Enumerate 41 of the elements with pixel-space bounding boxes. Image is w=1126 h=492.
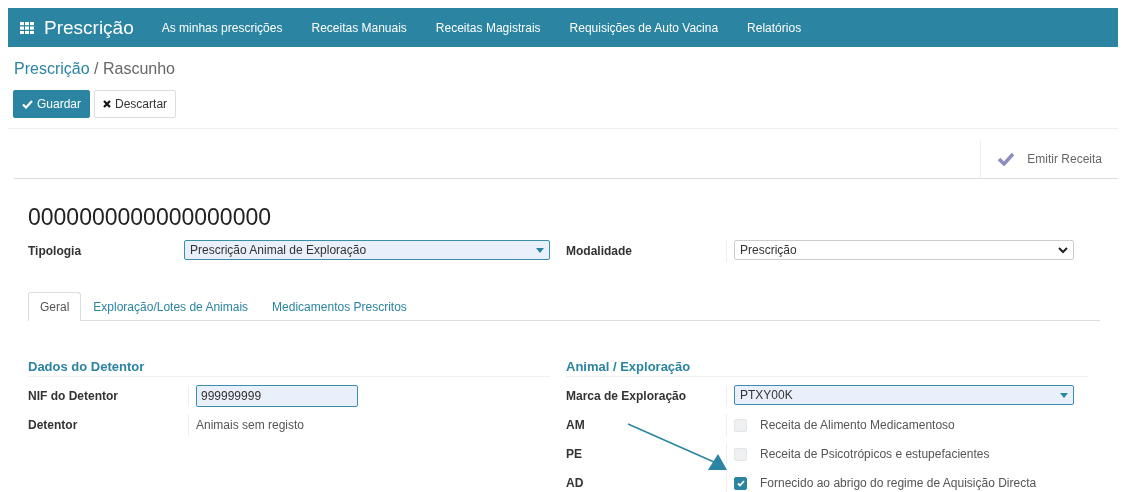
caret-icon xyxy=(1060,392,1068,398)
field-label: NIF do Detentor xyxy=(28,388,119,403)
field-label: Tipologia xyxy=(28,243,83,258)
menu-item[interactable]: Receitas Magistrais xyxy=(435,20,541,35)
checkbox[interactable] xyxy=(734,476,747,490)
dropdown-field[interactable]: Prescrição Animal de Exploração xyxy=(184,240,550,260)
record-title: 0000000000000000000 xyxy=(28,204,273,232)
field-label: Marca de Exploração xyxy=(566,388,688,403)
app-title[interactable]: Prescrição xyxy=(44,16,134,39)
close-icon xyxy=(103,100,112,108)
discard-button[interactable]: Descartar xyxy=(94,90,177,118)
select-field[interactable]: Prescrição xyxy=(734,240,1074,260)
tab[interactable]: Medicamentos Prescritos xyxy=(260,292,419,321)
checkbox-label: Receita de Psicotrópicos e estupefacientes xyxy=(760,447,990,461)
dropdown-field[interactable]: PTXY00K xyxy=(734,385,1074,405)
tab[interactable]: Geral xyxy=(28,292,82,321)
field-value: Animais sem registo xyxy=(196,417,305,432)
menu-item[interactable]: As minhas prescrições xyxy=(161,20,283,35)
menu-item[interactable]: Relatórios xyxy=(747,20,802,35)
check-icon xyxy=(997,152,1016,166)
save-button[interactable]: Guardar xyxy=(13,90,91,118)
issue-prescription-button[interactable]: Emitir Receita xyxy=(980,140,1118,178)
field-label: AD xyxy=(566,475,585,490)
apps-grid-icon[interactable] xyxy=(20,21,34,34)
check-icon xyxy=(22,99,33,109)
field-label: AM xyxy=(566,417,586,432)
section-title: Dados do Detentor xyxy=(28,359,550,377)
field-label: PE xyxy=(566,446,583,461)
caret-icon xyxy=(536,247,544,253)
section-title: Animal / Exploração xyxy=(566,359,1088,377)
checkbox-label: Fornecido ao abrigo do regime de Aquisição Directa xyxy=(760,476,1037,490)
field-label: Detentor xyxy=(28,417,79,432)
menu-item[interactable]: Requisições de Auto Vacina xyxy=(569,20,719,35)
field-label: Modalidade xyxy=(566,243,633,258)
checkbox-label: Receita de Alimento Medicamentoso xyxy=(760,418,955,432)
chevron-icon xyxy=(1058,246,1068,254)
breadcrumb-current: / Rascunho xyxy=(94,60,175,77)
breadcrumb-link[interactable]: Prescrição xyxy=(14,60,95,77)
input-field[interactable]: 999999999 xyxy=(196,385,358,407)
menu-item[interactable]: Receitas Manuais xyxy=(311,20,407,35)
tab[interactable]: Exploração/Lotes de Animais xyxy=(81,292,261,321)
